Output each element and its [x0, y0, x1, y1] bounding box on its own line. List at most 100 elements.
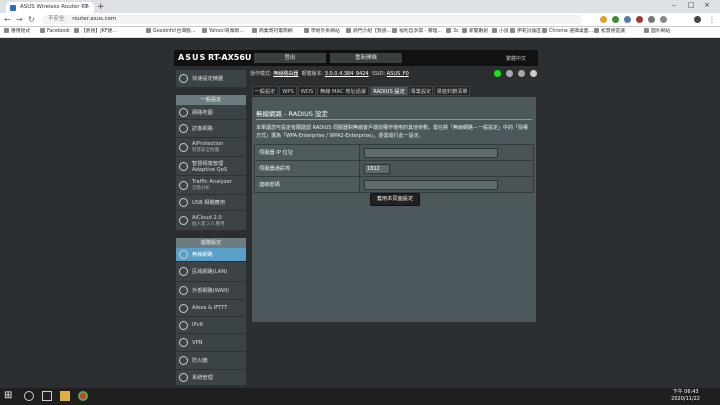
traffic-analyzer-icon [179, 180, 188, 190]
close-window-icon[interactable]: × [704, 1, 710, 9]
sidebar-item-aiprotection[interactable]: AiProtection 智慧安全防護 [176, 138, 246, 157]
address-bar[interactable]: 不安全 router.asus.com [42, 15, 582, 24]
server-port-input[interactable]: 1812 [364, 163, 390, 174]
reboot-button[interactable]: 重新開機 [330, 53, 402, 63]
browser-tab[interactable]: ASUS Wireless Router RT-AX5... × [6, 2, 94, 21]
connection-secret-input[interactable] [364, 179, 498, 190]
extension-icon[interactable] [612, 16, 619, 23]
sidebar-item-aicloud[interactable]: AiCloud 2.0 個人雲 2.0 應用 [176, 211, 246, 231]
usb-icon [179, 198, 188, 207]
firmware-link[interactable]: 3.0.0.4.384_9424 [325, 71, 369, 77]
connection-secret-label: 連線密碼 [254, 176, 360, 193]
sidebar-item-adaptive-qos[interactable]: 智慧頻寬管理 Adaptive QoS [176, 157, 246, 176]
usb-status-icon[interactable] [506, 70, 513, 77]
form-value-cell [359, 144, 534, 161]
system-clock[interactable]: 下午 06:43 2020/11/22 [671, 389, 700, 403]
sidebar-item-lan[interactable]: 區域網路(LAN) [176, 262, 246, 282]
avatar[interactable] [694, 16, 701, 23]
maximize-icon[interactable]: □ [688, 1, 695, 9]
bookmark-item[interactable]: Goodinfo!台灣股... [146, 27, 196, 37]
extension-icon[interactable] [636, 16, 643, 23]
sidebar-item-quick-setup[interactable]: 快速設定精靈 [176, 70, 246, 88]
bookmark-item[interactable]: Facebook [40, 27, 70, 37]
router-model: RT-AX56U [208, 53, 252, 62]
wifi-status-icon[interactable] [530, 70, 537, 77]
new-tab-icon[interactable]: + [97, 2, 105, 12]
logout-button[interactable]: 登出 [254, 53, 326, 63]
tab-wps[interactable]: WPS [279, 86, 297, 96]
form-row: 伺服器通訊埠 1812 [254, 160, 534, 177]
bookmark-item[interactable]: 【熱搜】JKF捷... [74, 27, 117, 37]
tab-general[interactable]: 一般設定 [252, 86, 278, 96]
reload-icon[interactable]: ↻ [28, 14, 35, 25]
server-ip-input[interactable] [364, 147, 498, 158]
lan-icon [179, 267, 188, 276]
bookmark-item[interactable]: 伊莉討論區 [510, 27, 541, 37]
wizard-icon [179, 74, 188, 83]
sidebar-item-alexa-ifttt[interactable]: Alexa & IFTTT [176, 300, 246, 317]
bookmark-item[interactable]: 小說 [492, 27, 509, 37]
bookmark-item[interactable]: Yahoo!奇摩新... [202, 27, 244, 37]
url-text: router.asus.com [72, 16, 117, 22]
extension-icon[interactable] [624, 16, 631, 23]
search-icon[interactable] [24, 391, 34, 401]
sidebar-item-text: AiCloud 2.0 個人雲 2.0 應用 [192, 215, 225, 227]
browser-toolbar: ← → ↻ 不安全 router.asus.com ⋮ [0, 13, 720, 27]
sidebar-item-sublabel: 個人雲 2.0 應用 [192, 221, 225, 227]
sidebar-item-label: 無線網路 [192, 252, 213, 258]
windows-start-icon[interactable]: ⊞ [4, 391, 14, 401]
bookmark-item[interactable]: 商業周刊電商網 [252, 27, 293, 37]
bookmark-item[interactable]: 國外網站 [644, 27, 670, 37]
bookmark-item[interactable]: 熱門介紹【我感... [346, 27, 391, 37]
tab-professional[interactable]: 專業設定 [409, 86, 433, 96]
sidebar-item-wireless[interactable]: 無線網路 [176, 248, 246, 262]
bookmarks-bar: 應用程式 Facebook 【熱搜】JKF捷... Goodinfo!台灣股..… [0, 27, 720, 38]
ssid-link[interactable]: ASUS_F0 [387, 71, 409, 77]
sidebar-item-usb[interactable]: USB 相關應用 [176, 195, 246, 211]
sidebar-section-advanced: 進階設定 [176, 238, 246, 248]
bookmark-item[interactable]: 福利自享得 - 壽理... [392, 27, 442, 37]
sidebar-item-network-map[interactable]: 網路地圖 [176, 105, 246, 120]
extension-icon[interactable] [660, 16, 667, 23]
back-icon[interactable]: ← [4, 14, 11, 25]
sidebar-item-firewall[interactable]: 防火牆 [176, 352, 246, 370]
network-status-icon[interactable] [494, 70, 501, 77]
sidebar-item-ipv6[interactable]: IPv6 [176, 317, 246, 334]
tab-radius[interactable]: RADIUS 設定 [370, 86, 408, 96]
extension-icon[interactable] [600, 16, 607, 23]
server-ip-label: 伺服器 IP 位址 [254, 144, 360, 161]
sidebar-item-vpn[interactable]: VPN [176, 334, 246, 352]
file-explorer-icon[interactable] [60, 391, 70, 401]
bookmark-item[interactable]: 學術外掛網站 [304, 27, 340, 37]
firewall-icon [179, 356, 188, 365]
form-row: 連線密碼 [254, 176, 534, 193]
browser-tab-bar: ASUS Wireless Router RT-AX5... × + – □ × [0, 0, 720, 21]
firmware-label: 韌體版本: [301, 71, 324, 77]
menu-icon[interactable]: ⋮ [708, 14, 716, 25]
tab-roaming-block[interactable]: 漫遊封鎖清單 [434, 86, 470, 96]
sidebar-item-label: IPv6 [192, 322, 204, 328]
sidebar-item-guest-network[interactable]: 訪客網路 [176, 120, 246, 138]
clock-date: 2020/11/22 [671, 396, 700, 402]
bookmark-item[interactable]: Chrome 選擇桌面... [542, 27, 593, 37]
forward-icon[interactable]: → [16, 14, 23, 25]
sidebar-item-administration[interactable]: 系統管理 [176, 370, 246, 386]
apply-button[interactable]: 套用本頁面設定 [370, 193, 420, 206]
guest-status-icon[interactable] [518, 70, 525, 77]
tab-wds[interactable]: WDS [298, 86, 316, 96]
extension-icon[interactable] [648, 16, 655, 23]
bookmark-item[interactable]: 松慧德提議 [594, 27, 625, 37]
task-view-icon[interactable] [42, 391, 52, 401]
operation-mode-link[interactable]: 無線路由器 [273, 71, 298, 77]
bookmark-item[interactable]: 應用程式 [4, 27, 30, 37]
tab-mac-filter[interactable]: 無線 MAC 地址過濾器 [317, 86, 369, 105]
bookmark-item[interactable]: 3c [446, 27, 459, 37]
sidebar-item-traffic-analyzer[interactable]: Traffic Analyzer 流量分析 [176, 176, 246, 195]
close-tab-icon[interactable]: × [84, 2, 89, 13]
sidebar-item-wan[interactable]: 外部網路(WAN) [176, 282, 246, 300]
cloud-icon [179, 216, 188, 225]
language-select[interactable]: 繁體中文 [506, 55, 526, 62]
chrome-icon[interactable] [78, 391, 88, 401]
bookmark-item[interactable]: 新聞數創 [462, 27, 488, 37]
minimize-icon[interactable]: – [672, 1, 676, 9]
